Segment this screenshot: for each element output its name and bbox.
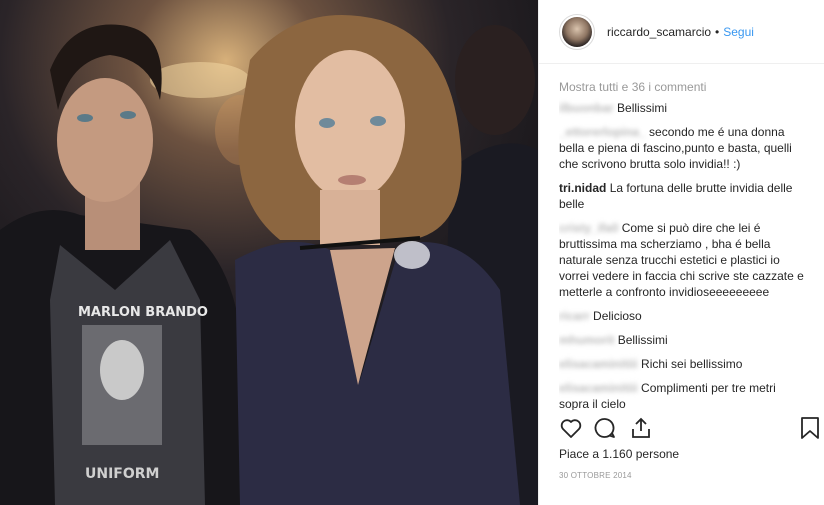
comment-username[interactable]: cristy_ifa0 (559, 221, 618, 235)
comment-item: elisacaminitiii Richi sei bellissimo (559, 356, 809, 372)
bookmark-icon[interactable] (799, 416, 821, 440)
avatar[interactable] (559, 13, 595, 50)
photo-illustration: MARLON BRANDO UNIFORM (0, 0, 538, 505)
username-link[interactable]: riccardo_scamarcio (607, 25, 711, 39)
likes-count[interactable]: Piace a 1.160 persone (559, 447, 679, 461)
comment-item: ilbuonbar Bellissimi (559, 100, 809, 116)
shirt-bottom-text: UNIFORM (85, 466, 159, 482)
comment-username[interactable]: mhumorit (559, 333, 614, 347)
comment-item: _ettorerlopina_ secondo me é una donna b… (559, 124, 809, 172)
comment-username[interactable]: elisacaminitiii (559, 381, 638, 395)
shirt-text: MARLON BRANDO (78, 305, 208, 320)
comment-username[interactable]: ilbuonbar (559, 101, 614, 115)
comment-list[interactable]: Mostra tutti e 36 i commenti ilbuonbar B… (559, 80, 809, 410)
comment-username[interactable]: ricarr (559, 309, 590, 323)
post-side-panel: riccardo_scamarcio • Segui Mostra tutti … (538, 0, 824, 505)
comment-text: Bellissimi (617, 333, 668, 347)
post-photo[interactable]: MARLON BRANDO UNIFORM (0, 0, 538, 505)
heart-icon[interactable] (559, 416, 583, 440)
follow-button[interactable]: Segui (723, 25, 754, 39)
comment-text: Richi sei bellissimo (641, 357, 743, 371)
comment-item: cristy_ifa0 Come si può dire che lei é b… (559, 220, 809, 300)
comment-item: elisacaminitiii Complimenti per tre metr… (559, 380, 809, 410)
post-header: riccardo_scamarcio • Segui (539, 0, 824, 64)
comment-username[interactable]: elisacaminitiii (559, 357, 638, 371)
comment-item: tri.nidad La fortuna delle brutte invidi… (559, 180, 809, 212)
comment-username[interactable]: tri.nidad (559, 181, 606, 195)
comment-text: Delicioso (593, 309, 642, 323)
share-icon[interactable] (629, 416, 653, 440)
post-date: 30 OTTOBRE 2014 (559, 471, 632, 480)
action-bar (559, 416, 821, 442)
comment-text: Bellissimi (617, 101, 668, 115)
show-all-comments-link[interactable]: Mostra tutti e 36 i commenti (559, 80, 809, 94)
comment-item: ricarr Delicioso (559, 308, 809, 324)
separator-dot: • (715, 24, 720, 39)
comment-icon[interactable] (593, 416, 617, 440)
comment-item: mhumorit Bellissimi (559, 332, 809, 348)
comment-username[interactable]: _ettorerlopina_ (559, 125, 646, 139)
